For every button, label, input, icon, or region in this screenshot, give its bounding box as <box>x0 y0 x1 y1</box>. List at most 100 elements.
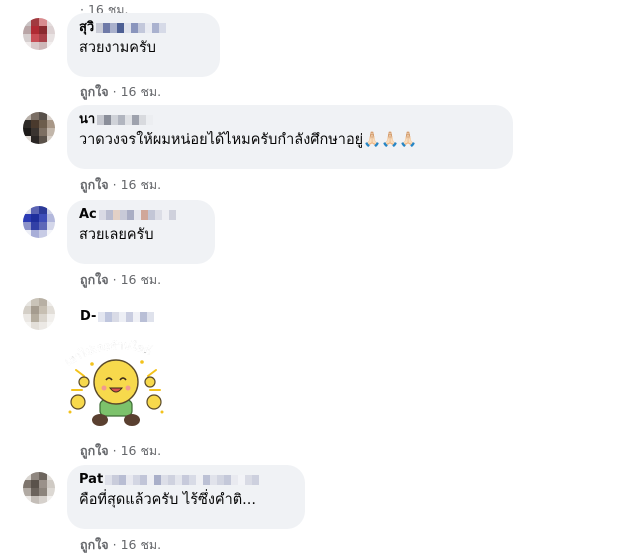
avatar-pixel <box>39 472 47 480</box>
comment-time[interactable]: 16 ชม. <box>121 84 162 99</box>
avatar-pixel <box>39 26 47 34</box>
avatar-pixel <box>47 136 55 144</box>
commenter-name[interactable]: สุวิ <box>79 20 208 36</box>
avatar-pixel <box>31 322 39 330</box>
redacted-pixel <box>182 475 190 485</box>
avatar-pixel <box>47 480 55 488</box>
avatar-pixel <box>23 26 31 34</box>
redacted-pixel <box>126 475 134 485</box>
avatar-pixel <box>31 34 39 42</box>
comment-time[interactable]: 16 ชม. <box>121 177 162 192</box>
redacted-pixel <box>112 311 120 322</box>
separator-dot: · <box>112 177 117 192</box>
avatar[interactable] <box>23 298 55 330</box>
like-button[interactable]: ถูกใจ <box>80 443 109 458</box>
redacted-pixel <box>154 475 162 485</box>
comment-time[interactable]: 16 ชม. <box>121 443 162 458</box>
redacted-pixel <box>145 23 153 33</box>
like-button[interactable]: ถูกใจ <box>80 84 109 99</box>
redacted-pixel <box>119 311 127 322</box>
avatar-pixel <box>31 222 39 230</box>
avatar-pixel <box>23 42 31 50</box>
redacted-name <box>98 210 176 220</box>
redacted-pixel <box>140 475 148 485</box>
commenter-name[interactable]: Pat <box>79 472 293 488</box>
redacted-pixel <box>189 475 197 485</box>
avatar[interactable] <box>23 112 55 144</box>
avatar-pixel <box>31 206 39 214</box>
avatar-pixel <box>39 120 47 128</box>
like-button[interactable]: ถูกใจ <box>80 177 109 192</box>
avatar-pixel <box>23 496 31 504</box>
avatar[interactable] <box>23 18 55 50</box>
avatar-pixel <box>23 18 31 26</box>
redacted-pixel <box>138 23 146 33</box>
comment-time[interactable]: 16 ชม. <box>121 537 162 552</box>
avatar-pixel <box>23 214 31 222</box>
avatar-pixel <box>31 112 39 120</box>
redacted-pixel <box>154 210 162 220</box>
avatar[interactable] <box>23 206 55 238</box>
avatar-pixel <box>23 314 31 322</box>
avatar-pixel <box>23 322 31 330</box>
avatar-pixel <box>47 26 55 34</box>
redacted-pixel <box>133 311 141 322</box>
redacted-pixel <box>140 311 148 322</box>
avatar-pixel <box>23 128 31 136</box>
avatar-pixel <box>47 314 55 322</box>
avatar-pixel <box>31 214 39 222</box>
avatar-pixel <box>39 214 47 222</box>
like-button[interactable]: ถูกใจ <box>80 537 109 552</box>
avatar-pixel <box>39 298 47 306</box>
avatar-pixel <box>31 496 39 504</box>
avatar-pixel <box>47 34 55 42</box>
avatar[interactable] <box>23 472 55 504</box>
redacted-pixel <box>104 115 112 125</box>
avatar-pixel <box>39 488 47 496</box>
redacted-pixel <box>224 475 232 485</box>
avatar-pixel <box>47 214 55 222</box>
comment-bubble: Ac สวยเลยครับ <box>67 200 215 264</box>
commenter-name[interactable]: Ac <box>79 207 203 223</box>
avatar-pixel <box>23 136 31 144</box>
avatar-pixel <box>39 314 47 322</box>
avatar-pixel <box>31 42 39 50</box>
avatar-pixel <box>47 322 55 330</box>
comment-time[interactable]: 16 ชม. <box>121 272 162 287</box>
avatar-pixel <box>23 472 31 480</box>
redacted-pixel <box>133 210 141 220</box>
avatar-pixel <box>47 488 55 496</box>
sticker[interactable]: เอาไปเลยล้านไลค์ <box>62 338 168 430</box>
comment-text: คือที่สุดแล้วครับ ไร้ซึ่งคำติ... <box>79 492 256 508</box>
redacted-pixel <box>231 475 239 485</box>
redacted-pixel <box>217 475 225 485</box>
redacted-pixel <box>103 23 111 33</box>
avatar-pixel <box>39 206 47 214</box>
avatar-pixel <box>39 18 47 26</box>
redacted-pixel <box>147 311 155 322</box>
comment-text: สวยเลยครับ <box>79 227 154 243</box>
commenter-name[interactable]: นา <box>79 112 501 128</box>
redacted-pixel <box>133 475 141 485</box>
redacted-pixel <box>119 475 127 485</box>
commenter-name[interactable]: D- <box>80 309 155 324</box>
avatar-pixel <box>47 128 55 136</box>
redacted-pixel <box>105 311 113 322</box>
redacted-pixel <box>175 475 183 485</box>
like-button[interactable]: ถูกใจ <box>80 272 109 287</box>
avatar-pixel <box>39 34 47 42</box>
redacted-pixel <box>117 23 125 33</box>
redacted-pixel <box>238 475 246 485</box>
redacted-pixel <box>147 210 155 220</box>
sticker-image: เอาไปเลยล้านไลค์ <box>62 338 164 426</box>
redacted-pixel <box>96 23 104 33</box>
redacted-pixel <box>126 311 134 322</box>
avatar-pixel <box>31 298 39 306</box>
redacted-pixel <box>161 475 169 485</box>
avatar-pixel <box>47 18 55 26</box>
redacted-pixel <box>112 475 120 485</box>
redacted-pixel <box>203 475 211 485</box>
avatar-pixel <box>47 298 55 306</box>
redacted-pixel <box>124 23 132 33</box>
avatar-pixel <box>47 120 55 128</box>
